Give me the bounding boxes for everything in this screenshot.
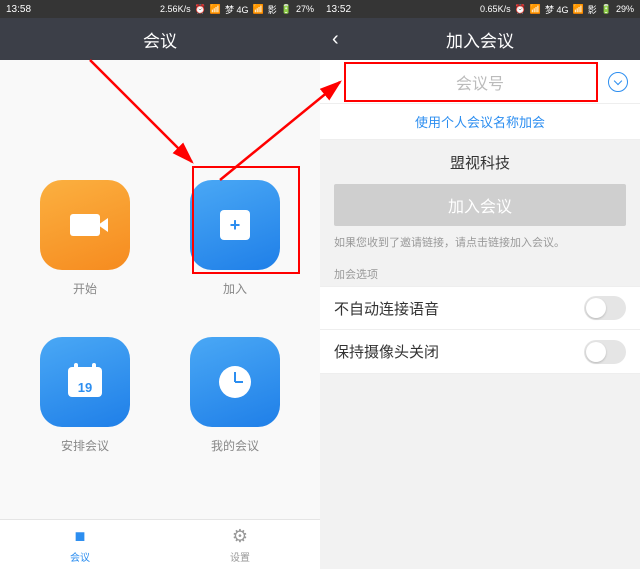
camera-icon	[70, 214, 100, 236]
signal-icon: 📶	[573, 4, 584, 15]
back-button[interactable]: ‹	[332, 28, 339, 51]
switch[interactable]	[584, 340, 626, 364]
signal-icon: 📶	[210, 4, 221, 15]
chevron-down-icon	[614, 76, 622, 84]
nav-bar: 会议	[0, 18, 320, 60]
tab-settings[interactable]: ⚙ 设置	[160, 520, 320, 569]
hint-text: 如果您收到了邀请链接，请点击链接加入会议。	[320, 226, 640, 258]
switch[interactable]	[584, 296, 626, 320]
status-speed: 0.65K/s	[480, 4, 511, 14]
status-time: 13:58	[6, 4, 31, 15]
meeting-grid: 开始 + 加入 19 安排会议 我的会议	[0, 60, 320, 519]
personal-meeting-link[interactable]: 使用个人会议名称加会	[320, 104, 640, 140]
page-title: 加入会议	[446, 27, 514, 52]
dropdown-button[interactable]	[608, 72, 628, 92]
schedule-meeting-button[interactable]: 19 安排会议	[40, 337, 130, 454]
calendar-icon: 19	[68, 367, 102, 397]
status-time: 13:52	[326, 4, 351, 15]
meeting-id-input[interactable]: 会议号	[320, 60, 640, 104]
plus-icon: +	[220, 210, 250, 240]
alarm-icon: ⏰	[195, 4, 206, 15]
alarm-icon: ⏰	[515, 4, 526, 15]
right-screen: 13:52 0.65K/s ⏰ 📶 梦 4G 📶 影 🔋 29% ‹ 加入会议 …	[320, 0, 640, 569]
bottom-tab-bar: ■ 会议 ⚙ 设置	[0, 519, 320, 569]
battery-icon: 🔋	[601, 4, 612, 15]
toggle-camera[interactable]: 保持摄像头关闭	[320, 330, 640, 374]
options-label: 加会选项	[320, 258, 640, 286]
display-name: 盟视科技	[320, 140, 640, 184]
tab-meeting[interactable]: ■ 会议	[0, 520, 160, 569]
status-speed: 2.56K/s	[160, 4, 191, 14]
my-meetings-button[interactable]: 我的会议	[190, 337, 280, 454]
nav-bar: ‹ 加入会议	[320, 18, 640, 60]
signal-icon: 📶	[253, 4, 264, 15]
join-form: 会议号 使用个人会议名称加会 盟视科技 加入会议 如果您收到了邀请链接，请点击链…	[320, 60, 640, 569]
status-bar: 13:52 0.65K/s ⏰ 📶 梦 4G 📶 影 🔋 29%	[320, 0, 640, 18]
join-button[interactable]: 加入会议	[334, 184, 626, 226]
signal-icon: 📶	[530, 4, 541, 15]
toggle-audio[interactable]: 不自动连接语音	[320, 286, 640, 330]
start-meeting-button[interactable]: 开始	[40, 180, 130, 297]
left-screen: 13:58 2.56K/s ⏰ 📶 梦 4G 📶 影 🔋 27% 会议 开始	[0, 0, 320, 569]
status-bar: 13:58 2.56K/s ⏰ 📶 梦 4G 📶 影 🔋 27%	[0, 0, 320, 18]
join-meeting-button[interactable]: + 加入	[190, 180, 280, 297]
clock-icon	[219, 366, 251, 398]
page-title: 会议	[143, 27, 177, 52]
gear-icon: ⚙	[232, 526, 248, 547]
battery-icon: 🔋	[281, 4, 292, 15]
camera-icon: ■	[75, 526, 86, 547]
